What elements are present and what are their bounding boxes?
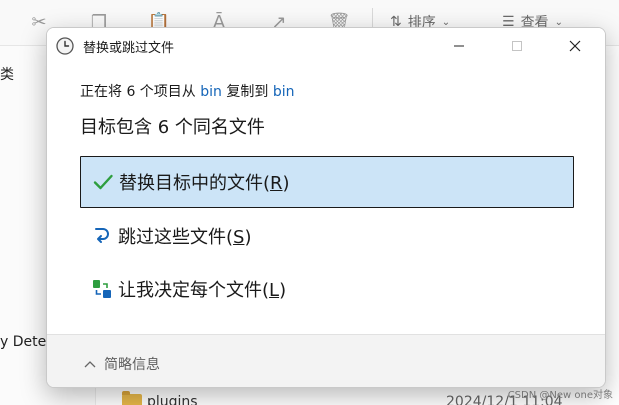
skip-files-option[interactable]: 跳过这些文件(S): [80, 210, 574, 262]
source-folder-link[interactable]: bin: [200, 84, 222, 100]
skip-arrow-icon: [95, 228, 109, 243]
close-icon: [569, 40, 581, 52]
conflict-heading: 目标包含 6 个同名文件: [80, 117, 265, 138]
subhead-middle: 复制到: [221, 84, 273, 100]
option-label: 让我决定每个文件(L): [118, 280, 287, 301]
dialog-footer: 简略信息: [47, 334, 605, 387]
dialog-titlebar[interactable]: 替换或跳过文件: [47, 28, 605, 64]
file-name: plugins: [147, 394, 198, 405]
subhead-prefix: 正在将 6 个项目从: [80, 84, 201, 100]
watermark: CSDN @New one对象: [507, 390, 613, 401]
compare-files-icon: [93, 280, 111, 298]
chevron-up-icon: [84, 361, 96, 368]
nav-item-fragment[interactable]: 类: [0, 64, 14, 84]
clock-icon: [56, 37, 74, 55]
replace-or-skip-dialog: 替换或跳过文件 正在将 6 个项目从 bin 复制到 bin 目标包含 6 个同…: [46, 27, 606, 388]
option-label: 跳过这些文件(S): [118, 227, 252, 248]
option-label: 替换目标中的文件(R): [119, 173, 290, 194]
minimize-icon: [454, 45, 464, 47]
dest-folder-link[interactable]: bin: [273, 84, 295, 100]
checkmark-icon: [93, 174, 113, 190]
folder-icon: [122, 391, 142, 405]
fewer-details-toggle[interactable]: 简略信息: [84, 354, 160, 374]
chevron-down-icon: ⌄: [441, 16, 451, 28]
close-button[interactable]: [552, 28, 598, 64]
replace-files-option[interactable]: 替换目标中的文件(R): [80, 156, 574, 208]
decide-each-file-option[interactable]: 让我决定每个文件(L): [80, 263, 574, 315]
fewer-details-label: 简略信息: [104, 357, 160, 373]
chevron-down-icon: ⌄: [554, 16, 563, 28]
copy-progress-text: 正在将 6 个项目从 bin 复制到 bin: [80, 81, 294, 101]
maximize-button[interactable]: [494, 28, 540, 64]
dialog-title: 替换或跳过文件: [83, 41, 175, 56]
minimize-button[interactable]: [436, 28, 482, 64]
maximize-icon: [512, 41, 522, 51]
